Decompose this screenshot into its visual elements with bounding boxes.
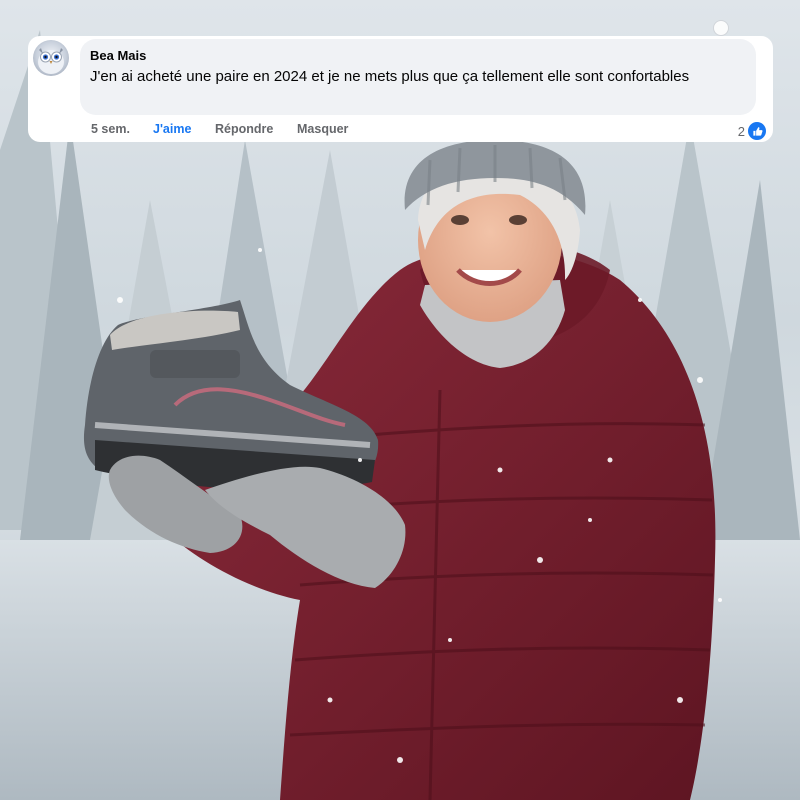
comment-text: J'en ai acheté une paire en 2024 et je n… xyxy=(90,68,690,85)
comment-author[interactable]: Bea Mais xyxy=(90,48,146,63)
hide-button[interactable]: Masquer xyxy=(297,122,348,136)
reaction-summary[interactable]: 2 xyxy=(738,121,767,141)
like-button[interactable]: J'aime xyxy=(153,122,191,136)
thumbs-up-icon xyxy=(747,121,767,141)
comment-bubble: Bea Mais J'en ai acheté une paire en 202… xyxy=(80,39,756,115)
reply-button[interactable]: Répondre xyxy=(215,122,273,136)
owl-avatar[interactable] xyxy=(33,40,69,76)
comment-timestamp[interactable]: 5 sem. xyxy=(91,122,130,136)
comment-card: Bea Mais J'en ai acheté une paire en 202… xyxy=(28,36,773,142)
reaction-count: 2 xyxy=(737,123,745,139)
scroll-indicator xyxy=(713,20,729,36)
